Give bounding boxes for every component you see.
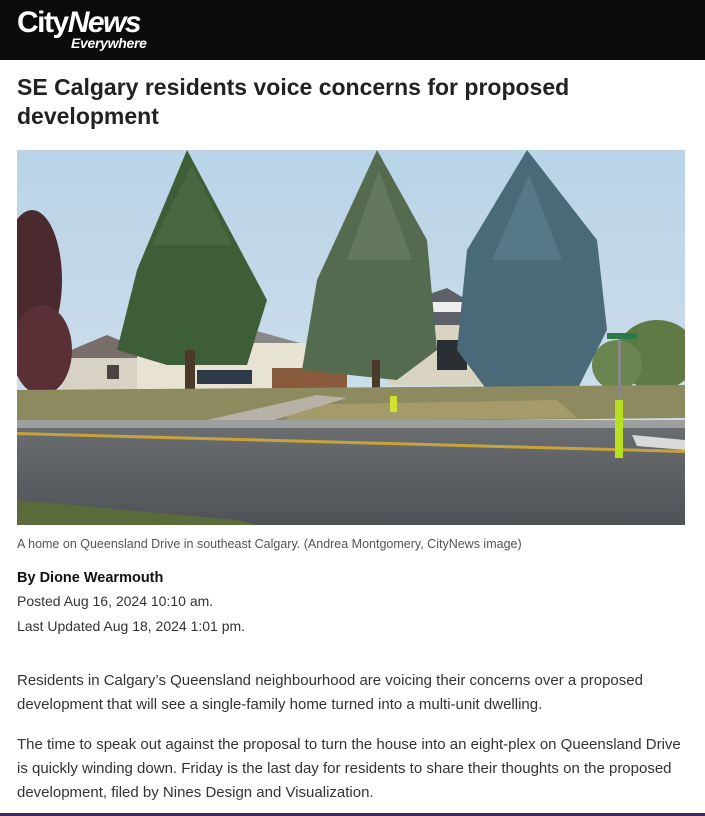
article-byline[interactable]: By Dione Wearmouth [17,569,163,587]
posted-date: Posted Aug 16, 2024 10:10 am. [17,593,214,609]
article-headline: SE Calgary residents voice concerns for … [17,74,570,129]
image-caption: A home on Queensland Drive in southeast … [17,537,522,551]
article-paragraph: Residents in Calgary’s Queensland neighb… [17,672,643,713]
citynews-logo[interactable]: CityNews Everywhere [17,6,177,54]
last-updated-date: Last Updated Aug 18, 2024 1:01 pm. [17,618,246,634]
site-header: CityNews Everywhere [0,0,705,60]
article-paragraph: The time to speak out against the propos… [17,736,681,801]
logo-tagline: Everywhere [71,35,147,51]
article-hero-image [17,150,685,525]
